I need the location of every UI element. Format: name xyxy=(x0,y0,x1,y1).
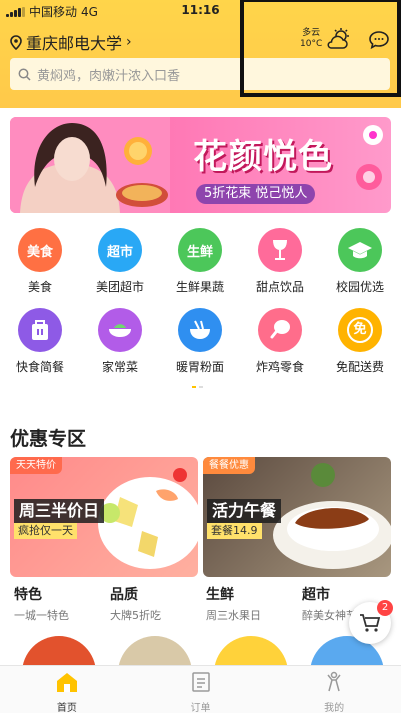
tab-label: 订单 xyxy=(190,703,211,713)
category-label: 免配送费 xyxy=(335,360,384,374)
tab-home[interactable]: 首页 xyxy=(0,666,134,713)
fresh-produce-icon: 生鲜 xyxy=(178,228,222,272)
tab-label: 首页 xyxy=(56,703,77,713)
category-label: 炸鸡零食 xyxy=(255,360,304,374)
banner-flower-image xyxy=(356,125,383,190)
chicken-leg-icon xyxy=(258,308,302,352)
mini-card-title: 品质 xyxy=(110,587,138,603)
location-name: 重庆邮电大学 xyxy=(26,34,123,53)
wine-glass-icon xyxy=(258,228,302,272)
orders-icon xyxy=(191,672,210,692)
mini-card-specialty[interactable]: 特色 一城一特色 xyxy=(10,584,104,676)
category-label: 美团超市 xyxy=(95,280,144,294)
home-icon xyxy=(56,673,77,692)
page-indicator xyxy=(192,386,203,388)
redaction-box xyxy=(240,0,401,97)
location-selector[interactable]: 重庆邮电大学 › xyxy=(10,30,132,54)
mini-card-title: 生鲜 xyxy=(206,587,234,603)
deal-tag: 餐餐优惠 xyxy=(203,457,255,474)
promo-banner[interactable]: 花颜悦色 5折花束 悦己悦人 xyxy=(10,117,391,213)
category-food[interactable]: 美食 美食 xyxy=(2,228,78,295)
category-desserts-drinks[interactable]: 甜点饮品 xyxy=(242,228,318,295)
mini-card-fresh[interactable]: 生鲜 周三水果日 xyxy=(202,584,296,676)
shopping-cart-icon xyxy=(360,614,381,632)
category-home-cooking[interactable]: 家常菜 xyxy=(82,308,158,375)
mini-card-subtitle: 大牌5折吃 xyxy=(110,609,161,622)
banner-title: 花颜悦色 xyxy=(193,137,333,177)
mini-card-title: 超市 xyxy=(302,587,330,603)
deal-card-lunch[interactable]: 餐餐优惠 活力午餐 套餐14.9 xyxy=(203,457,391,577)
profile-icon xyxy=(327,671,341,692)
header: 中国移动 4G 11:16 重庆邮电大学 › 多云 10°C 黄焖鸡，肉嫩汁浓入… xyxy=(0,0,401,108)
mini-card-subtitle: 周三水果日 xyxy=(206,609,261,622)
tab-orders[interactable]: 订单 xyxy=(134,666,268,713)
category-label: 暖胃粉面 xyxy=(175,360,224,374)
promo-section-title: 优惠专区 xyxy=(10,428,87,450)
banner-subtitle: 5折花束 悦己悦人 xyxy=(196,184,316,204)
cart-button[interactable]: 2 xyxy=(349,600,393,644)
chevron-right-icon: › xyxy=(126,34,132,50)
category-label: 家常菜 xyxy=(101,360,138,374)
food-icon: 美食 xyxy=(18,228,62,272)
category-noodles[interactable]: 暖胃粉面 xyxy=(162,308,238,375)
category-label: 快食简餐 xyxy=(15,360,64,374)
deal-subtitle: 套餐14.9 xyxy=(207,523,262,539)
free-badge: 免 xyxy=(347,317,373,343)
category-fresh-produce[interactable]: 生鲜 生鲜果蔬 xyxy=(162,228,238,295)
cart-badge: 2 xyxy=(377,600,393,616)
supermarket-icon: 超市 xyxy=(98,228,142,272)
screen: 中国移动 4G 11:16 重庆邮电大学 › 多云 10°C 黄焖鸡，肉嫩汁浓入… xyxy=(0,0,401,713)
noodle-bowl-icon xyxy=(178,308,222,352)
category-label: 校园优选 xyxy=(335,280,384,294)
category-quick-meals[interactable]: 快食简餐 xyxy=(2,308,78,375)
category-supermarket[interactable]: 超市 美团超市 xyxy=(82,228,158,295)
dish-icon xyxy=(98,308,142,352)
deal-subtitle: 疯抢仅一天 xyxy=(14,523,77,539)
deal-title: 活力午餐 xyxy=(207,499,282,523)
graduation-cap-icon xyxy=(338,228,382,272)
deal-tag: 天天特价 xyxy=(10,457,62,474)
mini-card-subtitle: 一城一特色 xyxy=(14,609,69,622)
takeout-box-icon xyxy=(18,308,62,352)
search-icon xyxy=(18,68,31,81)
location-pin-icon xyxy=(10,34,22,50)
category-label: 甜点饮品 xyxy=(255,280,304,294)
banner-model-image xyxy=(10,117,170,213)
mini-card-quality[interactable]: 品质 大牌5折吃 xyxy=(106,584,200,676)
tab-profile[interactable]: 我的 xyxy=(267,666,401,713)
category-campus-picks[interactable]: 校园优选 xyxy=(322,228,398,295)
category-label: 美食 xyxy=(27,280,52,294)
tab-label: 我的 xyxy=(324,703,345,713)
free-delivery-icon: 免 xyxy=(338,308,382,352)
deal-title: 周三半价日 xyxy=(14,499,105,523)
search-placeholder: 黄焖鸡，肉嫩汁浓入口香 xyxy=(37,68,181,84)
tab-bar: 首页 订单 我的 xyxy=(0,665,401,713)
deal-card-daily-special[interactable]: 天天特价 周三半价日 疯抢仅一天 xyxy=(10,457,198,577)
category-free-delivery[interactable]: 免 免配送费 xyxy=(322,308,398,375)
category-label: 生鲜果蔬 xyxy=(175,280,224,294)
mini-card-title: 特色 xyxy=(14,587,42,603)
category-fried-chicken[interactable]: 炸鸡零食 xyxy=(242,308,318,375)
